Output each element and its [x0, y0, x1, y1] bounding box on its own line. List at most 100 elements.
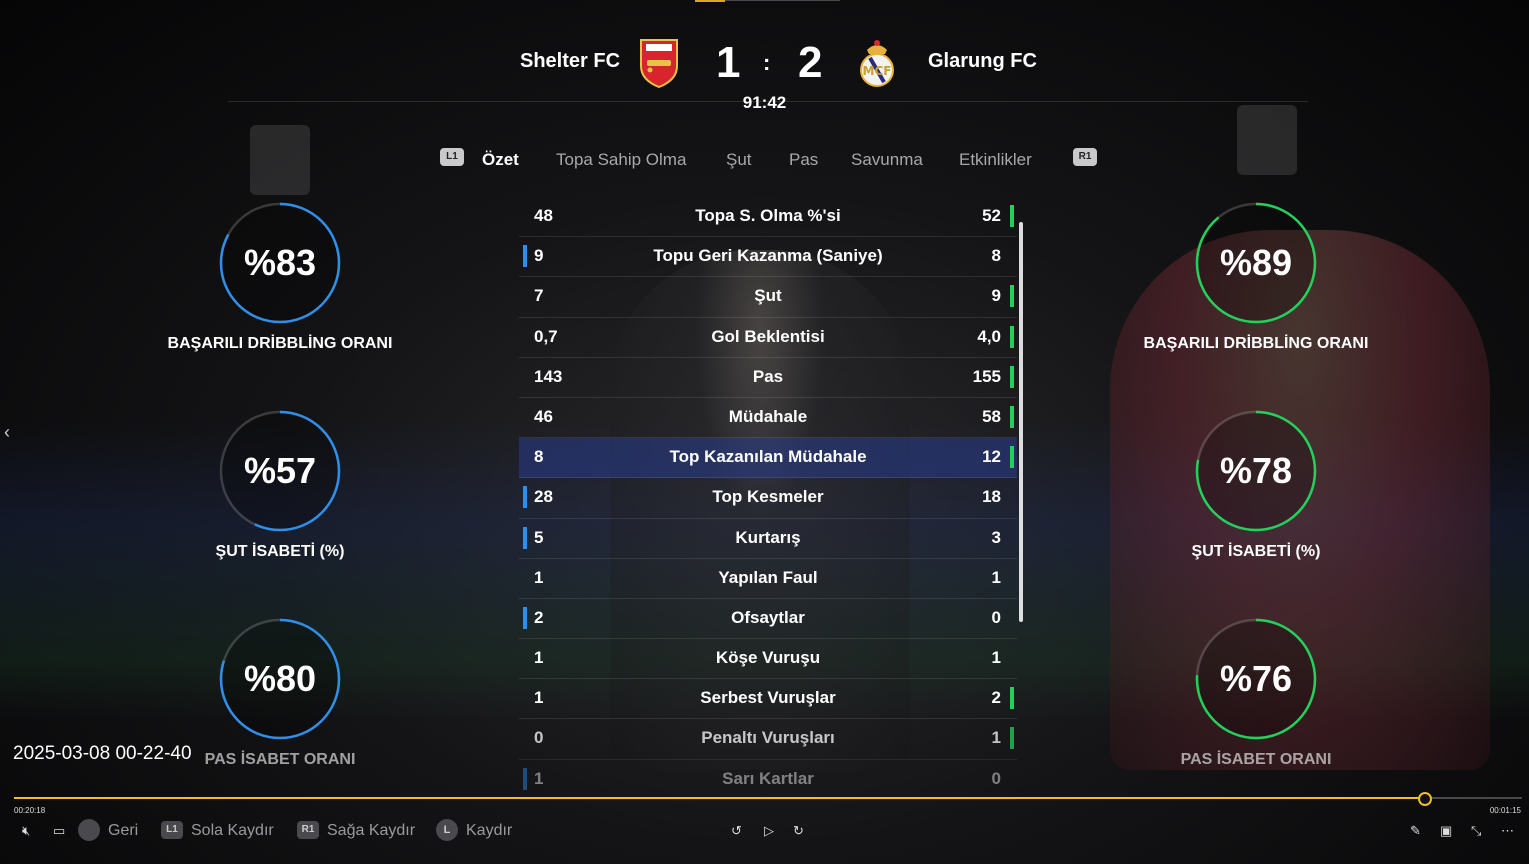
rewind-icon[interactable]: ↺	[731, 823, 742, 839]
scoreboard: Shelter FC 1 : 2 MCF Glarung FC	[0, 30, 1529, 100]
stats-table: 48 Topa S. Olma %'si 52 9 Topu Geri Kazanma …	[519, 197, 1017, 800]
home-stat-value: 1	[534, 648, 544, 668]
scroll-left-hint[interactable]: Sola Kaydır	[191, 822, 274, 840]
more-icon[interactable]: ⋯	[1501, 823, 1514, 839]
tab-pas[interactable]: Pas	[789, 150, 818, 170]
away-stat-value: 58	[982, 406, 1001, 426]
away-stat-value: 4,0	[977, 326, 1001, 346]
elapsed-time: 00:20:18	[14, 806, 46, 815]
home-stat-value: 9	[534, 246, 544, 266]
home-stat-value: 143	[534, 366, 563, 386]
stat-row[interactable]: 0,7 Gol Beklentisi 4,0	[519, 318, 1017, 358]
stat-label: Kurtarış	[735, 527, 801, 547]
back-hint[interactable]: Geri	[108, 822, 138, 840]
home-stat-value: 5	[534, 527, 544, 547]
stat-row[interactable]: 143 Pas 155	[519, 358, 1017, 398]
away-stat-value: 2	[991, 688, 1001, 708]
forward-icon[interactable]: ↻	[793, 823, 804, 839]
progress-fill	[14, 797, 1424, 799]
stats-scrollbar[interactable]	[1019, 222, 1023, 622]
away-stat-value: 1	[991, 567, 1001, 587]
away-lead-marker	[1010, 405, 1014, 428]
l1-hint-icon: L1	[161, 821, 183, 839]
home-lead-marker	[523, 245, 527, 268]
mute-icon[interactable]: 🔇︎	[22, 823, 30, 839]
tab-topa-sahip-olma[interactable]: Topa Sahip Olma	[556, 150, 686, 170]
match-clock: 91:42	[742, 93, 787, 112]
tab-savunma[interactable]: Savunma	[851, 150, 923, 170]
scroll-right-hint[interactable]: Sağa Kaydır	[327, 822, 415, 840]
away-stat-value: 52	[982, 206, 1001, 225]
stat-row[interactable]: 1 Sarı Kartlar 0	[519, 760, 1017, 800]
stat-row[interactable]: 46 Müdahale 58	[519, 398, 1017, 439]
stat-label: Topa S. Olma %'si	[695, 206, 841, 225]
home-stat-value: 7	[534, 286, 544, 306]
stat-label: Yapılan Faul	[718, 567, 818, 587]
away-lead-marker	[1010, 285, 1014, 308]
away-stat-value: 0	[991, 768, 1001, 788]
home-lead-marker	[523, 606, 527, 629]
stat-label: Müdahale	[728, 406, 808, 426]
away-stat-value: 155	[972, 366, 1001, 386]
top-accent-line	[725, 0, 840, 1]
stat-row[interactable]: 8 Top Kazanılan Müdahale 12	[519, 438, 1017, 479]
stats-tabs: L1 Özet Topa Sahip Olma Şut Pas Savunma …	[0, 146, 1529, 174]
gauge-label: BAŞARILI DRİBBLİNG ORANI	[1143, 335, 1369, 352]
stat-row[interactable]: 28 Top Kesmeler 18	[519, 478, 1017, 519]
away-stat-value: 3	[991, 527, 1001, 547]
stat-row[interactable]: 5 Kurtarış 3	[519, 519, 1017, 559]
video-progress-bar[interactable]	[14, 792, 1522, 806]
r1-bumper-icon[interactable]: R1	[1073, 148, 1097, 166]
stat-row[interactable]: 48 Topa S. Olma %'si 52	[519, 197, 1017, 238]
away-lead-marker	[1010, 365, 1014, 388]
top-accent-bar	[695, 0, 725, 2]
score-separator: :	[763, 50, 771, 75]
gauge-label: ŞUT İSABETİ (%)	[1191, 543, 1321, 560]
stat-row[interactable]: 1 Köşe Vuruşu 1	[519, 639, 1017, 680]
stat-label: Şut	[754, 286, 782, 306]
away-stat-value: 12	[982, 447, 1001, 467]
tab-sut[interactable]: Şut	[726, 150, 752, 170]
home-stat-value: 0	[534, 728, 544, 748]
svg-text:MCF: MCF	[863, 64, 892, 78]
away-lead-marker	[1010, 446, 1014, 469]
gauge-value: %78	[1219, 450, 1293, 491]
remaining-time: 00:01:15	[1489, 806, 1521, 815]
edit-icon[interactable]: ✎	[1410, 823, 1421, 839]
stat-row[interactable]: 1 Serbest Vuruşlar 2	[519, 679, 1017, 720]
home-stat-value: 8	[534, 447, 544, 467]
tab-etkinlikler[interactable]: Etkinlikler	[959, 150, 1032, 170]
away-stat-value: 0	[991, 607, 1001, 627]
gauge-value: %57	[243, 450, 317, 491]
stat-row[interactable]: 2 Ofsaytlar 0	[519, 599, 1017, 640]
progress-thumb[interactable]	[1417, 792, 1432, 806]
stat-row[interactable]: 7 Şut 9	[519, 277, 1017, 318]
r1-hint-icon: R1	[297, 821, 319, 839]
stat-row[interactable]: 0 Penaltı Vuruşları 1	[519, 719, 1017, 760]
stat-row[interactable]: 9 Topu Geri Kazanma (Saniye) 8	[519, 237, 1017, 278]
gauge-value: %89	[1219, 242, 1293, 283]
stat-row[interactable]: 1 Yapılan Faul 1	[519, 559, 1017, 599]
subtitles-icon[interactable]: ▭	[53, 823, 65, 839]
away-stat-value: 1	[991, 728, 1001, 748]
away-team-name: Glarung FC	[928, 50, 1037, 72]
home-stat-value: 48	[534, 206, 553, 225]
away-stat-value: 8	[991, 246, 1001, 266]
away-crest-icon: MCF	[857, 38, 899, 88]
l1-bumper-icon[interactable]: L1	[440, 148, 464, 166]
play-icon[interactable]: ▷	[764, 823, 774, 839]
stat-label: Top Kazanılan Müdahale	[669, 447, 867, 467]
away-stat-value: 9	[991, 286, 1001, 306]
gauge-value: %83	[243, 242, 317, 283]
gauge-home-pass-accuracy: %80	[218, 617, 342, 741]
away-score: 2	[798, 38, 823, 87]
stat-label: Sarı Kartlar	[722, 768, 814, 788]
collapse-icon[interactable]: ⤡	[1471, 823, 1481, 839]
tab-ozet[interactable]: Özet	[482, 150, 519, 170]
miniplayer-icon[interactable]: ▣	[1440, 823, 1452, 839]
home-stat-value: 1	[534, 567, 544, 587]
scroll-hint[interactable]: Kaydır	[466, 822, 512, 840]
chevron-left-icon[interactable]: ‹	[4, 422, 10, 443]
control-bar: 🔇︎ ▭ Geri L1 Sola Kaydır R1 Sağa Kaydır …	[0, 815, 1529, 847]
home-lead-marker	[523, 486, 527, 509]
